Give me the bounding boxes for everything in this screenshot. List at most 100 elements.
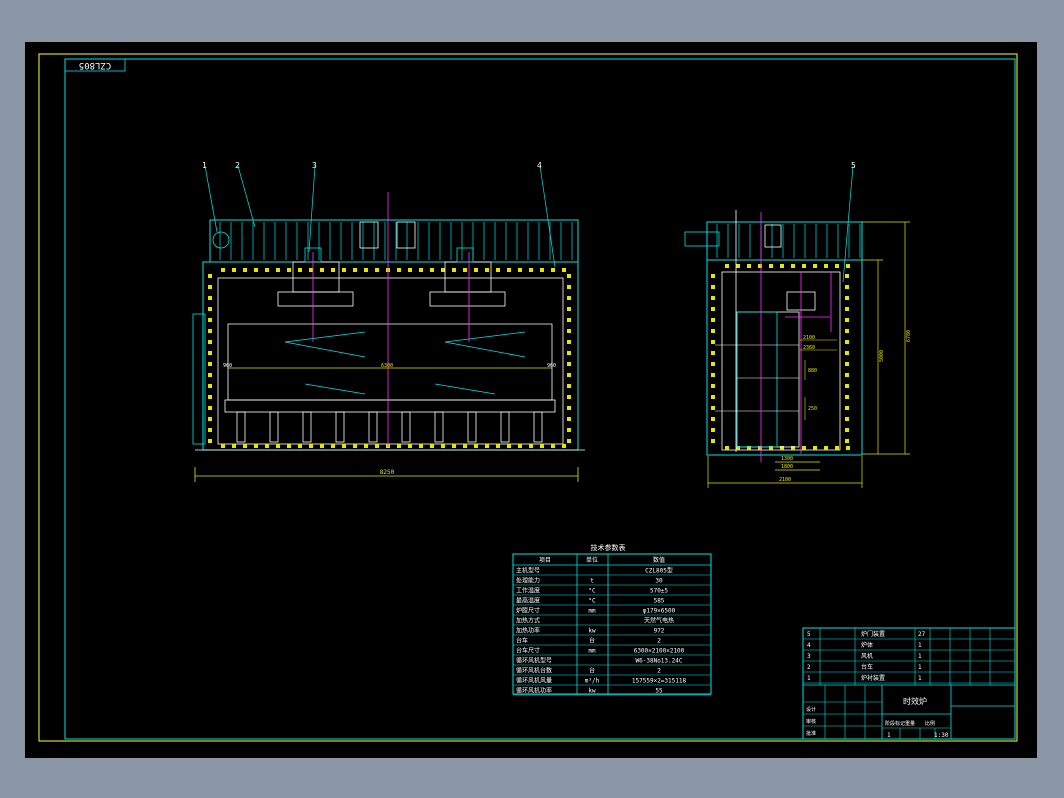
insulation-mark xyxy=(802,264,806,268)
spec-value: 55 xyxy=(655,688,663,695)
spec-item: 处理能力 xyxy=(516,577,540,585)
insulation-mark xyxy=(802,446,806,450)
insulation-mark xyxy=(430,268,434,272)
insulation-mark xyxy=(845,340,849,344)
insulation-mark xyxy=(711,296,715,300)
spec-unit: kw xyxy=(588,688,596,695)
insulation-mark xyxy=(567,351,571,355)
insulation-mark xyxy=(845,439,849,443)
insulation-mark xyxy=(846,446,850,450)
front-inner-dim: 6300 xyxy=(381,363,393,369)
insulation-mark xyxy=(813,264,817,268)
insulation-mark xyxy=(813,446,817,450)
insulation-mark xyxy=(208,340,212,344)
spec-header-unit: 单位 xyxy=(586,556,598,564)
insulation-mark xyxy=(496,268,500,272)
insulation-mark xyxy=(567,285,571,289)
callout-5: 5 xyxy=(851,161,856,170)
insulation-mark xyxy=(208,439,212,443)
parts-qty: 1 xyxy=(918,642,922,649)
weight-label: 重量 xyxy=(905,720,915,727)
callout-1: 1 xyxy=(202,161,207,170)
insulation-mark xyxy=(408,268,412,272)
insulation-mark xyxy=(845,329,849,333)
spec-value: 6300×2100×2100 xyxy=(634,648,685,655)
trolley-leg xyxy=(467,411,477,443)
insulation-mark xyxy=(419,444,423,448)
spec-value: 30 xyxy=(655,578,663,585)
insulation-mark xyxy=(342,268,346,272)
insulation-mark xyxy=(208,417,212,421)
side-dim-d: 250 xyxy=(808,406,817,412)
spec-item: 炉膛尺寸 xyxy=(516,607,540,615)
insulation-mark xyxy=(845,362,849,366)
insulation-mark xyxy=(562,444,566,448)
spec-item: 加热方式 xyxy=(516,617,540,625)
side-height-total: 6780 xyxy=(906,330,912,342)
spec-table-title: 技术参数表 xyxy=(591,543,626,552)
insulation-mark xyxy=(496,444,500,448)
insulation-mark xyxy=(711,439,715,443)
insulation-mark xyxy=(353,268,357,272)
trolley-leg xyxy=(533,411,543,443)
scale-label: 比例 xyxy=(925,720,935,727)
callout-4: 4 xyxy=(537,161,542,170)
spec-header-value: 数值 xyxy=(653,556,665,564)
insulation-mark xyxy=(364,268,368,272)
spec-item: 循环风机型号 xyxy=(516,657,552,665)
insulation-mark xyxy=(452,444,456,448)
insulation-mark xyxy=(846,264,850,268)
insulation-mark xyxy=(711,384,715,388)
insulation-mark xyxy=(463,444,467,448)
insulation-mark xyxy=(845,296,849,300)
insulation-mark xyxy=(725,264,729,268)
spec-unit: kw xyxy=(588,628,596,635)
trolley-leg xyxy=(434,411,444,443)
insulation-mark xyxy=(567,318,571,322)
parts-no: 1 xyxy=(807,675,811,682)
side-base2-dim: 1800 xyxy=(781,464,793,470)
insulation-mark xyxy=(711,329,715,333)
side-body-inner xyxy=(721,271,841,451)
parts-qty: 27 xyxy=(918,631,926,638)
spec-unit: °C xyxy=(588,588,596,595)
insulation-mark xyxy=(567,384,571,388)
trolley-leg xyxy=(368,411,378,443)
spec-value: 2 xyxy=(657,668,661,675)
insulation-mark xyxy=(567,274,571,278)
spec-value: W6-38No13.24C xyxy=(636,658,683,665)
insulation-mark xyxy=(408,444,412,448)
parts-no: 4 xyxy=(807,642,811,649)
spec-table: 技术参数表 主机型号 CZL805型处理能力 t 30 工作温度 °C 570±5 最高温度 °… xyxy=(512,543,712,696)
insulation-mark xyxy=(567,362,571,366)
insulation-mark xyxy=(276,444,280,448)
insulation-mark xyxy=(342,444,346,448)
insulation-mark xyxy=(711,307,715,311)
insulation-mark xyxy=(845,428,849,432)
spec-value: 972 xyxy=(654,628,665,635)
insulation-mark xyxy=(364,444,368,448)
insulation-mark xyxy=(208,428,212,432)
insulation-mark xyxy=(518,268,522,272)
front-left-tag: 960 xyxy=(223,363,232,369)
front-trolley xyxy=(224,399,556,413)
insulation-mark xyxy=(208,351,212,355)
checker-label: 审核 xyxy=(806,718,816,725)
insulation-mark xyxy=(835,446,839,450)
insulation-mark xyxy=(769,264,773,268)
insulation-mark xyxy=(474,268,478,272)
insulation-mark xyxy=(711,285,715,289)
spec-item: 循环风机功率 xyxy=(516,687,552,695)
spec-value: 585 xyxy=(654,598,665,605)
insulation-mark xyxy=(562,268,566,272)
insulation-mark xyxy=(208,285,212,289)
front-drive-wheel xyxy=(212,231,230,249)
spec-unit: mm xyxy=(588,608,596,615)
insulation-mark xyxy=(287,444,291,448)
parts-name: 炉体 xyxy=(861,641,873,649)
spec-item: 主机型号 xyxy=(516,567,540,575)
insulation-mark xyxy=(845,395,849,399)
insulation-mark xyxy=(208,274,212,278)
spec-unit: °C xyxy=(588,598,596,605)
insulation-mark xyxy=(276,268,280,272)
